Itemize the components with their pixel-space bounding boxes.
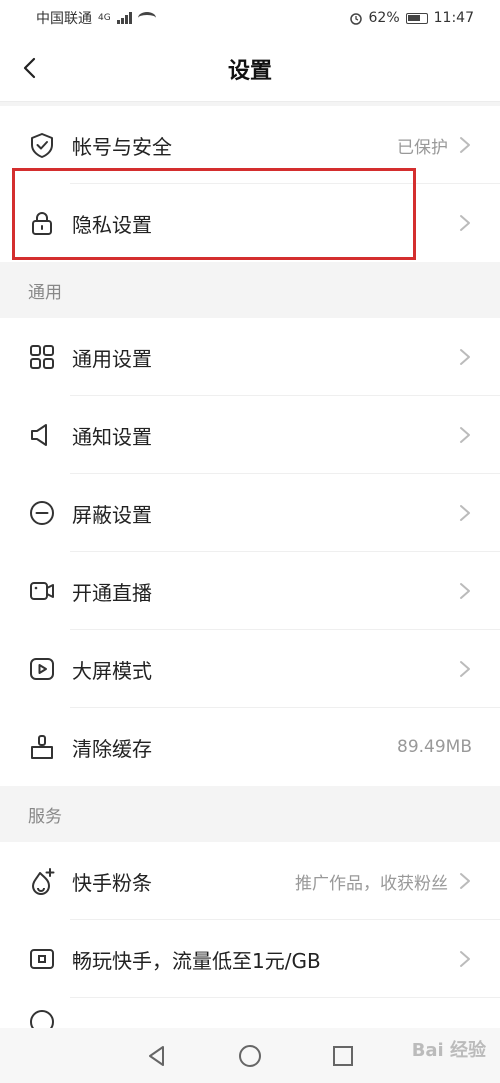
row-label: 开通直播 xyxy=(72,580,152,605)
cache-size: 89.49MB xyxy=(397,737,472,757)
nav-recents-icon[interactable] xyxy=(330,1043,356,1069)
camera-icon xyxy=(28,577,56,605)
row-label: 畅玩快手，流量低至1元/GB xyxy=(72,948,321,973)
row-value: 推广作品，收获粉丝 xyxy=(295,873,448,894)
chevron-right-icon xyxy=(458,949,472,969)
speaker-icon xyxy=(28,421,56,449)
highlight-box xyxy=(12,168,416,260)
row-value: 已保护 xyxy=(397,137,448,158)
chevron-right-icon xyxy=(458,347,472,367)
page-header: 设置 xyxy=(0,36,500,102)
wifi-icon xyxy=(137,12,156,24)
battery-icon xyxy=(405,12,428,24)
row-label: 快手粉条 xyxy=(72,870,152,895)
live-stream-row[interactable]: 开通直播 xyxy=(0,552,500,630)
chevron-right-icon xyxy=(458,425,472,445)
nav-back-icon[interactable] xyxy=(144,1043,170,1069)
status-bar: 中国联通 4G 62% 11:47 xyxy=(0,0,500,36)
chevron-right-icon xyxy=(458,871,472,891)
shield-check-icon xyxy=(28,131,56,159)
chevron-left-icon xyxy=(23,57,36,79)
grid-icon xyxy=(28,343,56,371)
data-plan-row[interactable]: 畅玩快手，流量低至1元/GB xyxy=(0,920,500,998)
watermark: Bai 经验 xyxy=(411,1040,486,1061)
signal-icon xyxy=(116,12,132,24)
back-button[interactable] xyxy=(12,50,48,86)
row-label: 大屏模式 xyxy=(72,658,152,683)
nav-home-icon[interactable] xyxy=(237,1043,263,1069)
clock: 11:47 xyxy=(433,10,474,26)
services-list: 快手粉条 推广作品，收获粉丝 畅玩快手，流量低至1元/GB xyxy=(0,842,500,1038)
block-icon xyxy=(28,499,56,527)
battery-percent: 62% xyxy=(368,10,400,26)
row-label: 通知设置 xyxy=(72,424,152,449)
fire-plus-icon xyxy=(28,867,56,895)
page-title: 设置 xyxy=(227,58,272,84)
chevron-right-icon xyxy=(458,135,472,155)
network-type: 4G xyxy=(98,13,111,23)
general-settings-row[interactable]: 通用设置 xyxy=(0,318,500,396)
general-list: 通用设置 通知设置 屏蔽设置 开通直播 大屏模式 清除缓存 89.49MB xyxy=(0,318,500,786)
promote-fans-row[interactable]: 快手粉条 推广作品，收获粉丝 xyxy=(0,842,500,920)
block-settings-row[interactable]: 屏蔽设置 xyxy=(0,474,500,552)
status-left: 中国联通 4G xyxy=(36,8,156,28)
broom-icon xyxy=(28,733,56,761)
status-right: 62% 11:47 xyxy=(349,10,474,26)
chevron-right-icon xyxy=(458,503,472,523)
section-title-services: 服务 xyxy=(0,786,500,842)
chevron-right-icon xyxy=(458,659,472,679)
chevron-right-icon xyxy=(458,581,472,601)
row-label: 通用设置 xyxy=(72,346,152,371)
play-screen-icon xyxy=(28,655,56,683)
section-title-general: 通用 xyxy=(0,262,500,318)
big-screen-mode-row[interactable]: 大屏模式 xyxy=(0,630,500,708)
clear-cache-row[interactable]: 清除缓存 89.49MB xyxy=(0,708,500,786)
chevron-right-icon xyxy=(458,213,472,233)
row-label: 帐号与安全 xyxy=(72,134,172,159)
alarm-icon xyxy=(349,13,362,25)
notification-settings-row[interactable]: 通知设置 xyxy=(0,396,500,474)
sim-card-icon xyxy=(28,945,56,973)
row-label: 屏蔽设置 xyxy=(72,502,152,527)
row-label: 清除缓存 xyxy=(72,736,152,761)
carrier-label: 中国联通 xyxy=(36,11,92,27)
